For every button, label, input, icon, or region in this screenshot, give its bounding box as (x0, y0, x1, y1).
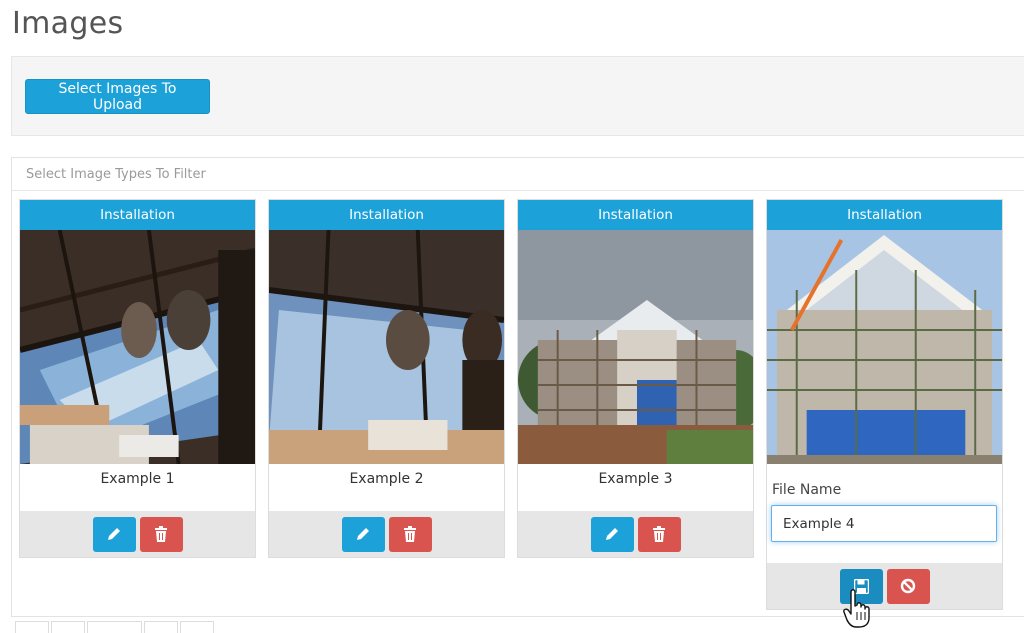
image-card: Installation Example 2 (268, 199, 505, 558)
pagination-item[interactable] (180, 621, 214, 633)
pagination (15, 621, 214, 633)
page-title: Images (12, 6, 124, 41)
floppy-disk-icon (853, 578, 869, 594)
card-image-glass-installation-2[interactable] (269, 230, 504, 464)
card-actions (269, 511, 504, 557)
edit-button[interactable] (341, 516, 385, 552)
filter-bar (12, 158, 1024, 191)
card-image-glass-installation-1[interactable] (20, 230, 255, 464)
card-image-house-scaffolding-2[interactable] (767, 230, 1002, 464)
file-name-input[interactable] (771, 505, 997, 542)
edit-button[interactable] (92, 516, 136, 552)
trash-icon (404, 526, 416, 542)
pagination-item[interactable] (87, 621, 142, 633)
card-file-name: Example 1 (100, 471, 175, 487)
edit-button[interactable] (590, 516, 634, 552)
delete-button[interactable] (139, 516, 183, 552)
image-card-editing: Installation File Name Example 4 (766, 199, 1003, 610)
delete-button[interactable] (637, 516, 681, 552)
trash-icon (653, 526, 665, 542)
image-card: Installation Example 3 (517, 199, 754, 558)
file-name-label: File Name (772, 482, 842, 498)
card-type-header: Installation (20, 200, 255, 230)
image-card: Installation Example 1 (19, 199, 256, 558)
delete-button[interactable] (388, 516, 432, 552)
card-type-header: Installation (269, 200, 504, 230)
upload-panel: Select Images To Upload (11, 56, 1024, 136)
pagination-item[interactable] (144, 621, 178, 633)
card-actions (767, 563, 1002, 609)
card-actions (518, 511, 753, 557)
ban-icon (900, 578, 916, 594)
card-image-house-scaffolding-1[interactable] (518, 230, 753, 464)
pagination-item[interactable] (51, 621, 85, 633)
card-type-header: Installation (518, 200, 753, 230)
card-actions (20, 511, 255, 557)
pencil-icon (606, 528, 618, 540)
pencil-icon (357, 528, 369, 540)
pencil-icon (108, 528, 120, 540)
card-file-name: Example 2 (349, 471, 424, 487)
image-type-filter-input[interactable] (26, 166, 426, 182)
pagination-item[interactable] (15, 621, 49, 633)
card-type-header: Installation (767, 200, 1002, 230)
select-images-button[interactable]: Select Images To Upload (25, 79, 210, 114)
save-button[interactable] (839, 568, 883, 604)
cancel-button[interactable] (886, 568, 930, 604)
image-gallery: Installation Example 1 (11, 157, 1024, 617)
trash-icon (155, 526, 167, 542)
card-file-name: Example 3 (598, 471, 673, 487)
